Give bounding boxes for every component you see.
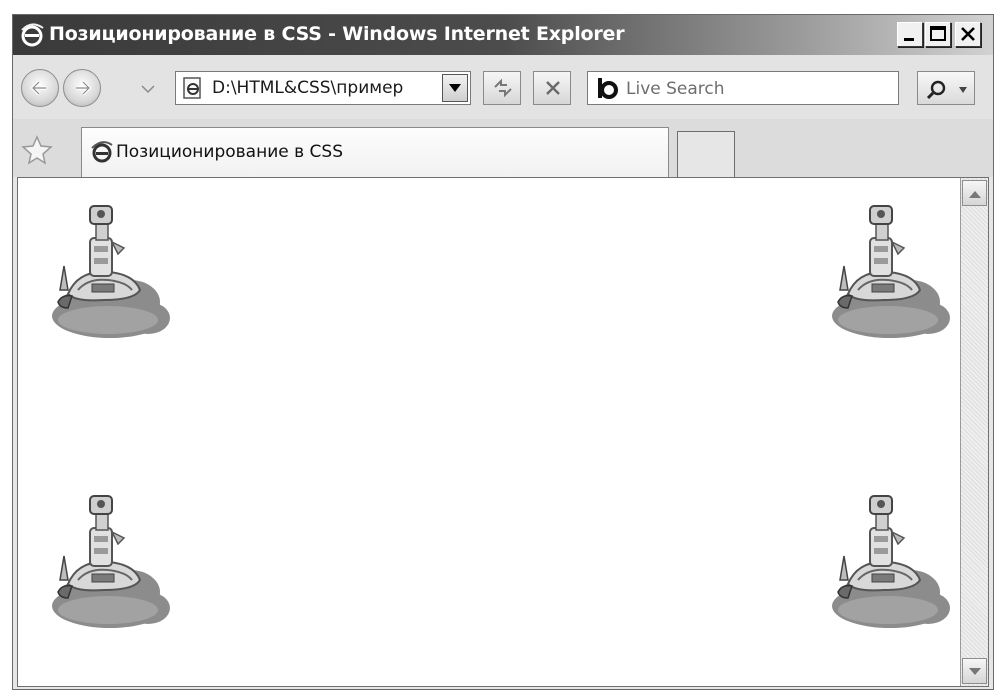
tab-bar: Позиционирование в CSS xyxy=(13,119,993,177)
close-icon xyxy=(961,27,975,41)
search-placeholder[interactable]: Live Search xyxy=(626,79,725,99)
address-bar[interactable]: D:\HTML&CSS\пример xyxy=(175,71,471,105)
forward-arrow-icon xyxy=(76,80,92,96)
scroll-down-icon xyxy=(969,668,981,675)
refresh-button[interactable] xyxy=(483,71,521,105)
window-title: Позиционирование в CSS - Windows Interne… xyxy=(49,23,625,45)
ie-logo-icon xyxy=(91,141,113,163)
address-text[interactable]: D:\HTML&CSS\пример xyxy=(212,78,434,98)
star-icon[interactable] xyxy=(21,135,53,165)
back-button[interactable] xyxy=(21,69,59,107)
forward-button[interactable] xyxy=(63,69,101,107)
close-button[interactable] xyxy=(955,22,981,47)
browser-window: Позиционирование в CSS - Windows Interne… xyxy=(12,14,994,690)
title-bar: Позиционирование в CSS - Windows Interne… xyxy=(13,15,993,55)
stop-button[interactable] xyxy=(533,71,571,105)
search-button[interactable] xyxy=(917,71,975,105)
tab-active[interactable]: Позиционирование в CSS xyxy=(81,127,669,177)
address-dropdown-button[interactable] xyxy=(442,74,468,102)
chevron-down-icon xyxy=(959,87,967,93)
ie-page-icon xyxy=(183,77,201,99)
scroll-up-icon xyxy=(969,191,981,198)
robot-on-cloud-image xyxy=(51,205,170,339)
chevron-down-icon xyxy=(449,84,461,92)
minimize-button[interactable] xyxy=(897,22,923,47)
stop-icon xyxy=(546,81,560,95)
navigation-bar: D:\HTML&CSS\пример Live Search xyxy=(13,55,993,119)
scroll-down-button[interactable] xyxy=(962,658,987,684)
search-box[interactable]: Live Search xyxy=(587,71,899,105)
robot-on-cloud-image xyxy=(831,205,950,339)
maximize-button[interactable] xyxy=(925,22,951,47)
new-tab-button[interactable] xyxy=(677,131,735,177)
minimize-icon xyxy=(904,38,914,41)
tab-title: Позиционирование в CSS xyxy=(116,142,343,162)
refresh-icon xyxy=(494,78,512,98)
recent-pages-dropdown-icon[interactable] xyxy=(141,84,155,94)
bing-logo-icon xyxy=(598,78,618,99)
back-arrow-icon xyxy=(30,80,46,96)
robot-on-cloud-image xyxy=(831,495,950,629)
magnifier-icon xyxy=(926,80,946,100)
page-content xyxy=(17,177,989,687)
scroll-up-button[interactable] xyxy=(962,180,987,206)
vertical-scrollbar[interactable] xyxy=(960,178,988,686)
robot-on-cloud-image xyxy=(51,495,170,629)
maximize-icon xyxy=(930,26,946,41)
ie-logo-icon xyxy=(21,23,44,47)
